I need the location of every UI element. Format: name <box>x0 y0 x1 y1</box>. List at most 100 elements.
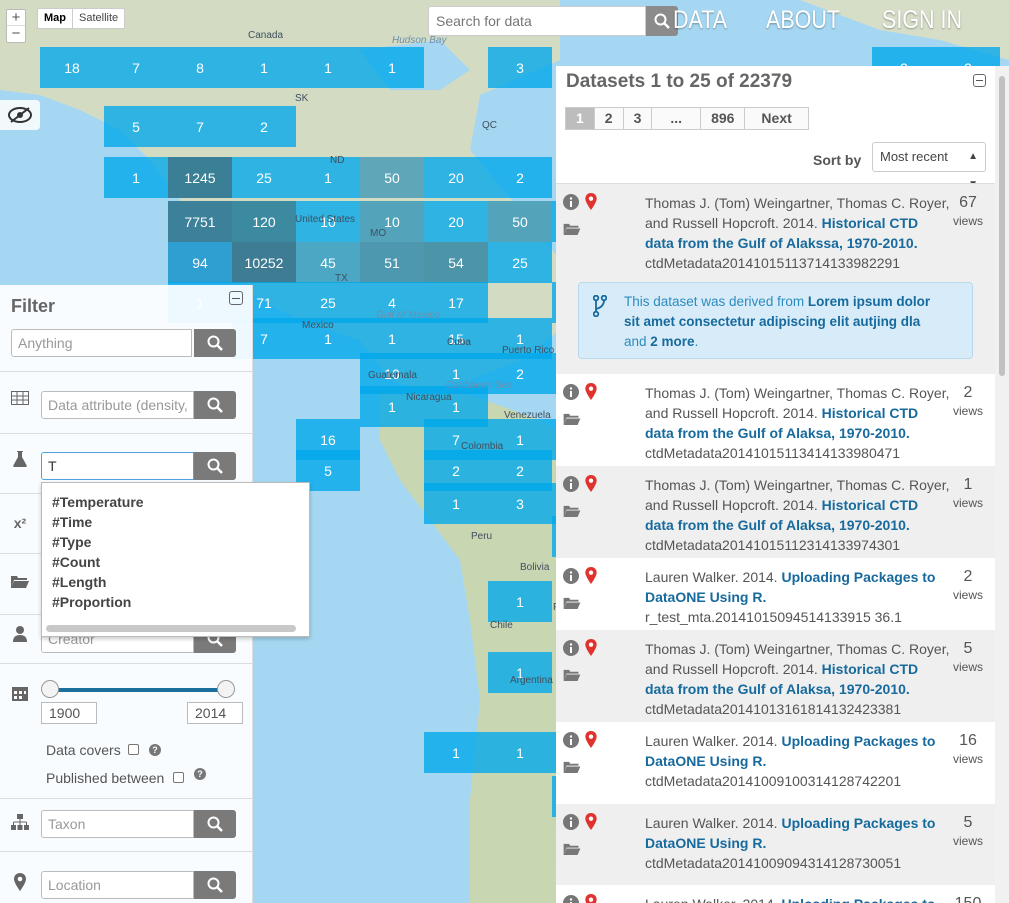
info-icon[interactable] <box>563 568 579 589</box>
folder-open-icon[interactable] <box>563 596 581 614</box>
search-input[interactable] <box>428 6 646 36</box>
year-max-input[interactable]: 2014 <box>187 702 243 724</box>
map-grid-cell[interactable]: 7 <box>104 47 168 88</box>
page-2[interactable]: 2 <box>593 107 624 130</box>
map-grid-cell[interactable]: 25 <box>488 242 552 283</box>
map-type-satellite-button[interactable]: Satellite <box>72 9 124 28</box>
map-grid-cell[interactable]: 1245 <box>168 157 232 198</box>
published-between-checkbox[interactable] <box>173 772 184 783</box>
folder-open-icon[interactable] <box>563 668 581 686</box>
taxon-input[interactable]: Taxon <box>41 810 194 838</box>
page-3[interactable]: 3 <box>622 107 653 130</box>
autocomplete-item[interactable]: #Temperature <box>42 492 309 512</box>
map-grid-cell[interactable]: 54 <box>424 242 488 283</box>
info-icon[interactable] <box>563 194 579 215</box>
map-grid-cell[interactable]: 1 <box>296 47 360 88</box>
help-icon[interactable]: ? <box>149 744 161 756</box>
map-grid-cell[interactable]: 1 <box>424 732 488 773</box>
derived-more-link[interactable]: 2 more <box>650 334 694 349</box>
autocomplete-item[interactable]: #Proportion <box>42 592 309 612</box>
map-grid-cell[interactable]: 1 <box>488 652 552 693</box>
nav-about[interactable]: ABOUT <box>766 6 840 35</box>
annotation-input[interactable]: T <box>41 452 194 480</box>
result-title-link[interactable]: Uploading Packages to <box>781 896 935 903</box>
autocomplete-item[interactable]: #Time <box>42 512 309 532</box>
map-grid-cell[interactable]: 94 <box>168 242 232 283</box>
map-marker-icon[interactable] <box>585 567 597 589</box>
folder-open-icon[interactable] <box>563 222 581 240</box>
result-item[interactable]: Lauren Walker. 2014. Uploading Packages … <box>556 722 995 804</box>
info-icon[interactable] <box>563 640 579 661</box>
result-item[interactable]: Thomas J. (Tom) Weingartner, Thomas C. R… <box>556 184 995 374</box>
map-grid-cell[interactable]: 25 <box>296 282 360 323</box>
info-icon[interactable] <box>563 895 579 903</box>
minimize-filter-button[interactable] <box>229 291 243 305</box>
sort-select[interactable]: Most recent▲▼ <box>872 142 986 190</box>
result-item[interactable]: Lauren Walker. 2014. Uploading Packages … <box>556 804 995 885</box>
map-grid-cell[interactable]: 20 <box>424 201 488 242</box>
info-icon[interactable] <box>563 384 579 405</box>
page-next[interactable]: Next <box>744 107 809 130</box>
anything-search-button[interactable] <box>194 329 236 357</box>
map-type-map-button[interactable]: Map <box>38 9 72 28</box>
autocomplete-item[interactable]: #Length <box>42 572 309 592</box>
map-grid-cell[interactable]: 120 <box>232 201 296 242</box>
zoom-in-button[interactable]: + <box>7 10 25 26</box>
map-marker-icon[interactable] <box>585 894 597 903</box>
data-covers-checkbox[interactable] <box>128 744 139 755</box>
nav-signin[interactable]: SIGN IN <box>882 6 962 35</box>
info-icon[interactable] <box>563 476 579 497</box>
result-item[interactable]: Thomas J. (Tom) Weingartner, Thomas C. R… <box>556 466 995 558</box>
folder-open-icon[interactable] <box>563 760 581 778</box>
location-search-button[interactable] <box>194 871 236 899</box>
help-icon[interactable]: ? <box>194 768 206 780</box>
map-marker-icon[interactable] <box>585 639 597 661</box>
map-grid-cell[interactable]: 2 <box>488 157 552 198</box>
map-grid-cell[interactable]: 1 <box>360 47 424 88</box>
map-grid-cell[interactable]: 45 <box>296 242 360 283</box>
map-marker-icon[interactable] <box>585 813 597 835</box>
map-grid-cell[interactable]: 50 <box>360 157 424 198</box>
autocomplete-item[interactable]: #Count <box>42 552 309 572</box>
folder-open-icon[interactable] <box>563 842 581 860</box>
map-marker-icon[interactable] <box>585 383 597 405</box>
map-grid-cell[interactable]: 7 <box>168 106 232 147</box>
folder-open-icon[interactable] <box>563 412 581 430</box>
results-scrollbar[interactable] <box>995 66 1009 903</box>
result-item[interactable]: Lauren Walker. 2014. Uploading Packages … <box>556 558 995 630</box>
map-grid-cell[interactable]: 10252 <box>232 242 296 283</box>
location-input[interactable]: Location <box>41 871 194 899</box>
year-min-handle[interactable] <box>41 680 59 698</box>
anything-input[interactable]: Anything <box>11 329 192 357</box>
year-max-handle[interactable] <box>217 680 235 698</box>
map-grid-cell[interactable]: 7751 <box>168 201 232 242</box>
map-grid-cell[interactable]: 1 <box>232 47 296 88</box>
page-896[interactable]: 896 <box>700 107 746 130</box>
map-grid-cell[interactable]: 3 <box>488 483 552 524</box>
map-grid-cell[interactable]: 18 <box>40 47 104 88</box>
info-icon[interactable] <box>563 732 579 753</box>
data-attribute-input[interactable]: Data attribute (density, <box>41 391 194 419</box>
zoom-out-button[interactable]: − <box>7 26 25 42</box>
taxon-search-button[interactable] <box>194 810 236 838</box>
year-range-slider[interactable] <box>50 688 226 692</box>
map-grid-cell[interactable]: 1 <box>296 157 360 198</box>
map-marker-icon[interactable] <box>585 475 597 497</box>
page-1[interactable]: 1 <box>565 107 595 130</box>
map-grid-cell[interactable]: 50 <box>488 201 552 242</box>
attribute-search-button[interactable] <box>194 391 236 419</box>
hide-eye-icon[interactable] <box>0 100 40 130</box>
map-grid-cell[interactable]: 1 <box>488 732 552 773</box>
map-marker-icon[interactable] <box>585 731 597 753</box>
map-marker-icon[interactable] <box>585 193 597 215</box>
autocomplete-scrollbar[interactable] <box>46 625 296 632</box>
map-grid-cell[interactable]: 25 <box>232 157 296 198</box>
map-grid-cell[interactable]: 1 <box>104 157 168 198</box>
map-grid-cell[interactable]: 1 <box>488 581 552 622</box>
result-item[interactable]: Lauren Walker. 2014. Uploading Packages … <box>556 885 995 903</box>
year-min-input[interactable]: 1900 <box>41 702 97 724</box>
map-grid-cell[interactable]: 2 <box>232 106 296 147</box>
minimize-results-button[interactable] <box>973 74 986 87</box>
annotation-search-button[interactable] <box>194 452 236 480</box>
map-grid-cell[interactable]: 8 <box>168 47 232 88</box>
